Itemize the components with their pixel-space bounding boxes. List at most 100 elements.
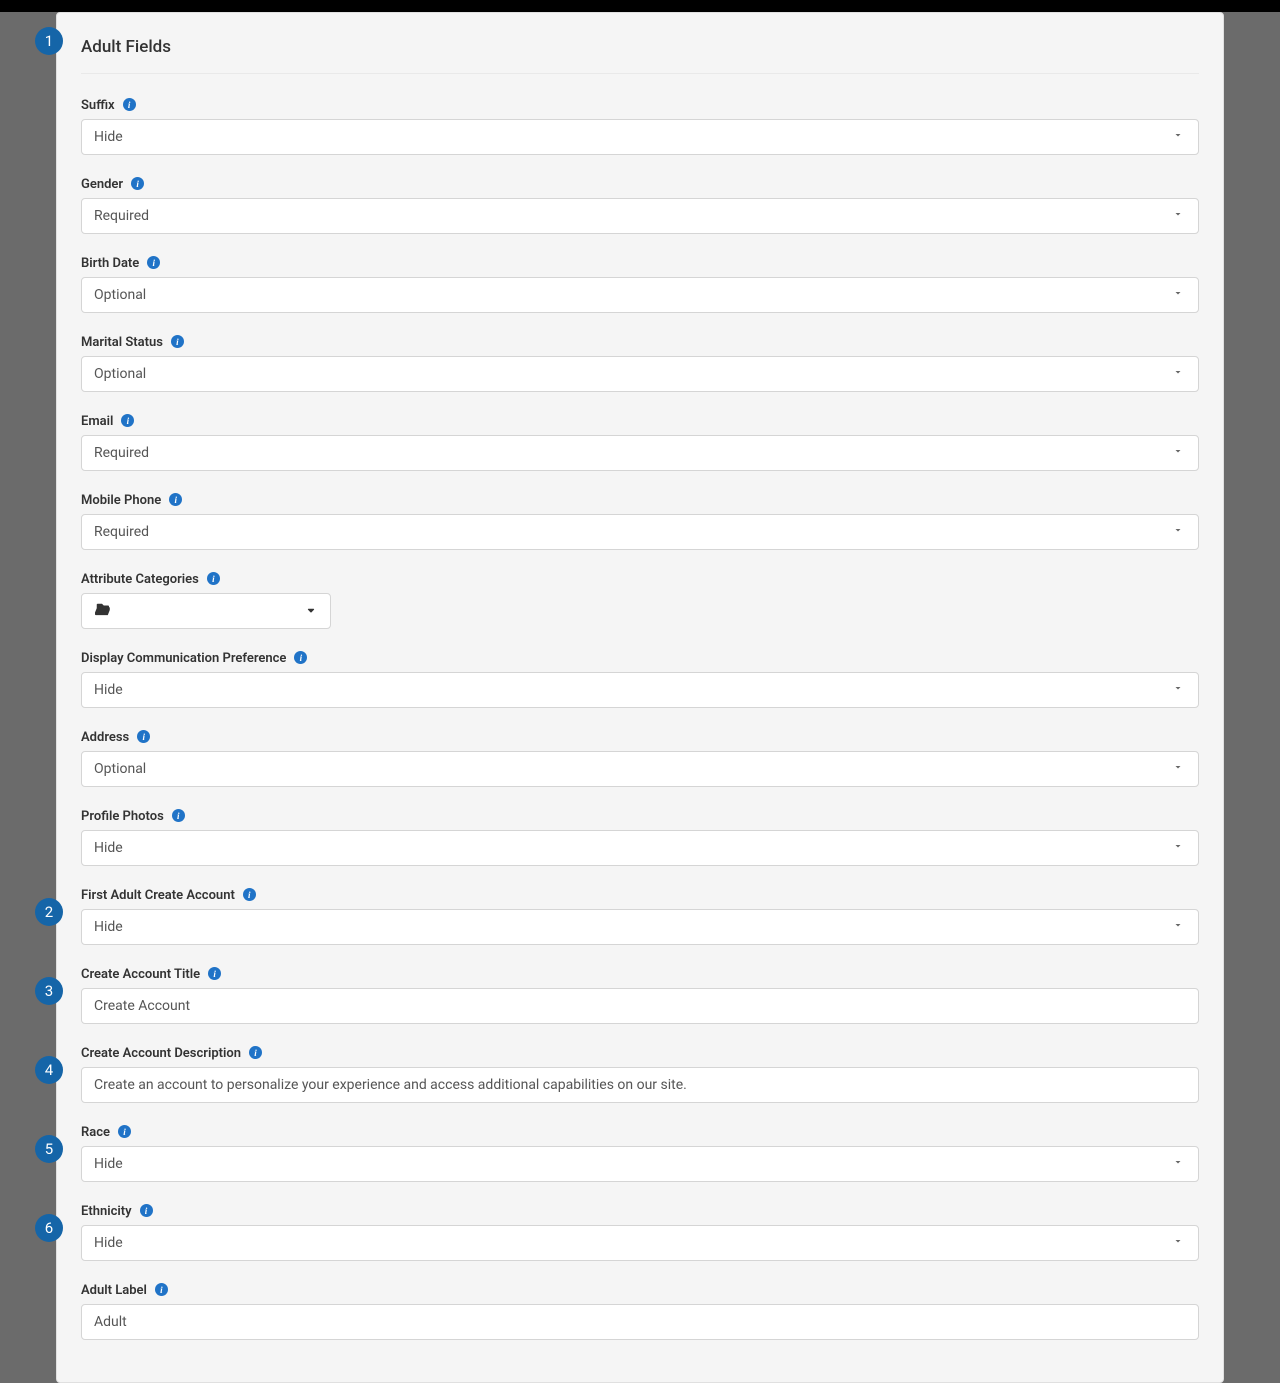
chevron-down-icon <box>1172 840 1184 856</box>
photos-label: Profile Photos <box>81 809 164 824</box>
field-email: Email i Required <box>81 410 1199 471</box>
info-icon[interactable]: i <box>243 888 256 901</box>
info-icon[interactable]: i <box>169 493 182 506</box>
gender-select[interactable]: Required <box>81 198 1199 234</box>
chevron-down-icon <box>1172 208 1184 224</box>
commpref-value: Hide <box>94 682 123 698</box>
info-icon[interactable]: i <box>121 414 134 427</box>
info-icon[interactable]: i <box>249 1046 262 1059</box>
field-suffix: Suffix i Hide <box>81 94 1199 155</box>
chevron-down-icon <box>1172 919 1184 935</box>
adultlabel-value: Adult <box>94 1314 127 1330</box>
accttitle-input[interactable]: Create Account <box>81 988 1199 1024</box>
step-badge-5: 5 <box>35 1135 63 1163</box>
suffix-select[interactable]: Hide <box>81 119 1199 155</box>
address-label: Address <box>81 730 129 745</box>
email-value: Required <box>94 445 149 461</box>
info-icon[interactable]: i <box>172 809 185 822</box>
address-select[interactable]: Optional <box>81 751 1199 787</box>
card-title: Adult Fields <box>81 29 1199 74</box>
info-icon[interactable]: i <box>208 967 221 980</box>
field-gender: Gender i Required <box>81 173 1199 234</box>
info-icon[interactable]: i <box>147 256 160 269</box>
info-icon[interactable]: i <box>137 730 150 743</box>
step-badge-1: 1 <box>35 27 63 55</box>
email-label: Email <box>81 414 113 429</box>
firstadult-label: First Adult Create Account <box>81 888 235 903</box>
acctdesc-value: Create an account to personalize your ex… <box>94 1077 687 1093</box>
page-background: 1 Adult Fields Suffix i Hide Gender i Re… <box>0 12 1280 1383</box>
attrcat-picker[interactable] <box>81 593 331 629</box>
race-value: Hide <box>94 1156 123 1172</box>
caret-down-icon <box>306 603 316 619</box>
attrcat-label: Attribute Categories <box>81 572 199 587</box>
field-acctdesc: 4 Create Account Description i Create an… <box>81 1042 1199 1103</box>
field-race: 5 Race i Hide <box>81 1121 1199 1182</box>
race-label: Race <box>81 1125 110 1140</box>
chevron-down-icon <box>1172 524 1184 540</box>
info-icon[interactable]: i <box>155 1283 168 1296</box>
chevron-down-icon <box>1172 1156 1184 1172</box>
accttitle-value: Create Account <box>94 998 190 1014</box>
chevron-down-icon <box>1172 445 1184 461</box>
chevron-down-icon <box>1172 1235 1184 1251</box>
info-icon[interactable]: i <box>207 572 220 585</box>
marital-select[interactable]: Optional <box>81 356 1199 392</box>
info-icon[interactable]: i <box>123 98 136 111</box>
chevron-down-icon <box>1172 366 1184 382</box>
info-icon[interactable]: i <box>171 335 184 348</box>
address-value: Optional <box>94 761 146 777</box>
birthdate-value: Optional <box>94 287 146 303</box>
suffix-label: Suffix <box>81 98 115 113</box>
acctdesc-label: Create Account Description <box>81 1046 241 1061</box>
birthdate-select[interactable]: Optional <box>81 277 1199 313</box>
adultlabel-input[interactable]: Adult <box>81 1304 1199 1340</box>
field-commpref: Display Communication Preference i Hide <box>81 647 1199 708</box>
chevron-down-icon <box>1172 129 1184 145</box>
chevron-down-icon <box>1172 287 1184 303</box>
firstadult-value: Hide <box>94 919 123 935</box>
field-attrcat: Attribute Categories i <box>81 568 1199 629</box>
info-icon[interactable]: i <box>294 651 307 664</box>
commpref-label: Display Communication Preference <box>81 651 286 666</box>
info-icon[interactable]: i <box>118 1125 131 1138</box>
firstadult-select[interactable]: Hide <box>81 909 1199 945</box>
ethnicity-value: Hide <box>94 1235 123 1251</box>
mobile-select[interactable]: Required <box>81 514 1199 550</box>
accttitle-label: Create Account Title <box>81 967 200 982</box>
suffix-value: Hide <box>94 129 123 145</box>
race-select[interactable]: Hide <box>81 1146 1199 1182</box>
commpref-select[interactable]: Hide <box>81 672 1199 708</box>
ethnicity-select[interactable]: Hide <box>81 1225 1199 1261</box>
step-badge-6: 6 <box>35 1214 63 1242</box>
field-photos: Profile Photos i Hide <box>81 805 1199 866</box>
email-select[interactable]: Required <box>81 435 1199 471</box>
marital-value: Optional <box>94 366 146 382</box>
birthdate-label: Birth Date <box>81 256 139 271</box>
acctdesc-input[interactable]: Create an account to personalize your ex… <box>81 1067 1199 1103</box>
field-accttitle: 3 Create Account Title i Create Account <box>81 963 1199 1024</box>
adult-fields-card: 1 Adult Fields Suffix i Hide Gender i Re… <box>56 12 1224 1383</box>
field-birthdate: Birth Date i Optional <box>81 252 1199 313</box>
step-badge-3: 3 <box>35 977 63 1005</box>
field-address: Address i Optional <box>81 726 1199 787</box>
field-mobile: Mobile Phone i Required <box>81 489 1199 550</box>
mobile-value: Required <box>94 524 149 540</box>
gender-value: Required <box>94 208 149 224</box>
chevron-down-icon <box>1172 761 1184 777</box>
field-ethnicity: 6 Ethnicity i Hide <box>81 1200 1199 1261</box>
info-icon[interactable]: i <box>140 1204 153 1217</box>
photos-value: Hide <box>94 840 123 856</box>
adultlabel-label: Adult Label <box>81 1283 147 1298</box>
step-badge-2: 2 <box>35 898 63 926</box>
gender-label: Gender <box>81 177 123 192</box>
info-icon[interactable]: i <box>131 177 144 190</box>
step-badge-4: 4 <box>35 1056 63 1084</box>
field-adultlabel: Adult Label i Adult <box>81 1279 1199 1340</box>
mobile-label: Mobile Phone <box>81 493 161 508</box>
field-firstadult: 2 First Adult Create Account i Hide <box>81 884 1199 945</box>
photos-select[interactable]: Hide <box>81 830 1199 866</box>
ethnicity-label: Ethnicity <box>81 1204 132 1219</box>
folder-open-icon <box>94 602 110 620</box>
field-marital: Marital Status i Optional <box>81 331 1199 392</box>
